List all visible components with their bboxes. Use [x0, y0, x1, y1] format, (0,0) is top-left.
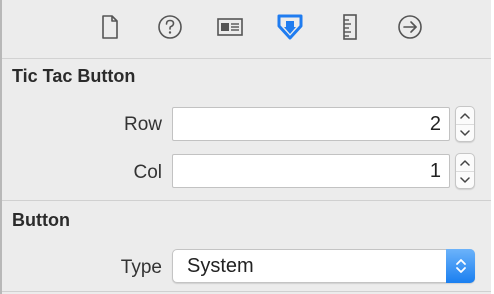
inspector-toolbar	[2, 0, 491, 58]
chevron-down-icon	[460, 176, 470, 183]
toolbar-divider	[2, 58, 491, 59]
file-icon	[102, 15, 118, 39]
row-stepper[interactable]	[455, 106, 475, 142]
identity-icon	[217, 18, 243, 36]
up-down-chevron-icon	[455, 259, 466, 273]
inspector-panel: Tic Tac Button Row 2 Col 1 Button Type S…	[0, 0, 494, 294]
size-inspector-tab[interactable]	[335, 12, 365, 42]
connections-arrow-icon	[398, 15, 422, 39]
row-stepper-up[interactable]	[456, 107, 474, 124]
help-inspector-tab[interactable]	[155, 12, 185, 42]
col-stepper-down[interactable]	[456, 171, 474, 188]
col-label: Col	[133, 162, 162, 183]
attributes-inspector-tab[interactable]	[275, 12, 305, 42]
row-label: Row	[123, 114, 162, 135]
bottom-divider	[2, 291, 491, 292]
row-stepper-down[interactable]	[456, 124, 474, 141]
chevron-down-icon	[460, 129, 470, 136]
row-field[interactable]: 2	[172, 107, 450, 141]
col-stepper-up[interactable]	[456, 154, 474, 171]
type-popup-button[interactable]: System	[172, 249, 475, 283]
chevron-up-icon	[460, 113, 470, 119]
section-title-button: Button	[12, 210, 70, 230]
col-stepper[interactable]	[455, 153, 475, 189]
identity-inspector-tab[interactable]	[215, 12, 245, 42]
section-title-tic-tac-button: Tic Tac Button	[12, 66, 136, 86]
file-inspector-tab[interactable]	[95, 12, 125, 42]
col-field[interactable]: 1	[172, 154, 450, 188]
help-icon	[158, 15, 182, 39]
popup-arrows	[446, 249, 475, 283]
type-popup-value: System	[187, 255, 254, 277]
attributes-icon	[277, 14, 303, 40]
size-ruler-icon	[343, 14, 357, 40]
connections-inspector-tab[interactable]	[395, 12, 425, 42]
chevron-up-icon	[460, 160, 470, 166]
section-divider	[2, 200, 491, 201]
type-label: Type	[120, 257, 162, 278]
